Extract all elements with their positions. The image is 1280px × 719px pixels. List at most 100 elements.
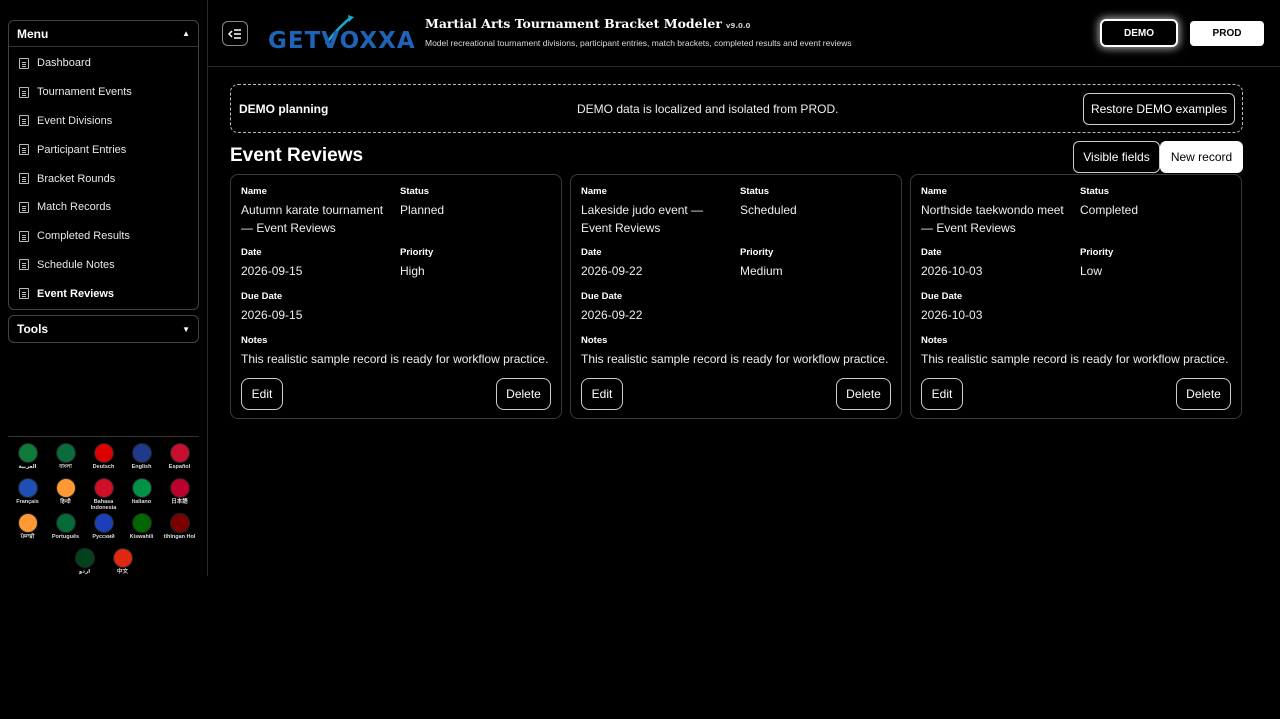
- sidebar-item[interactable]: Schedule Notes: [9, 251, 198, 280]
- flag-bangladesh-icon: [55, 443, 76, 463]
- sidebar-item-label: Dashboard: [37, 57, 91, 70]
- language-label: اردو: [78, 569, 91, 575]
- edit-button[interactable]: Edit: [921, 378, 963, 410]
- language-label: Italiano: [131, 499, 152, 505]
- edit-button[interactable]: Edit: [581, 378, 623, 410]
- language-option[interactable]: English: [123, 443, 161, 476]
- language-option[interactable]: Bahasa Indonesia: [85, 478, 123, 511]
- sidebar-item-label: Bracket Rounds: [37, 172, 116, 185]
- sidebar-item[interactable]: Event Reviews: [9, 279, 198, 308]
- language-option[interactable]: বাংলা: [47, 443, 85, 476]
- language-option[interactable]: اردو: [66, 548, 104, 581]
- field-label-name: Name: [581, 186, 607, 197]
- banner-title: DEMO planning: [239, 102, 329, 116]
- visible-fields-button[interactable]: Visible fields: [1073, 141, 1160, 173]
- field-label-priority: Priority: [400, 247, 434, 258]
- language-label: हिन्दी: [60, 499, 71, 505]
- field-label-date: Date: [241, 247, 262, 258]
- document-icon: [19, 86, 29, 98]
- field-label-name: Name: [241, 186, 267, 197]
- sidebar-item[interactable]: Bracket Rounds: [9, 164, 198, 193]
- sidebar-item-label: Tournament Events: [37, 86, 132, 99]
- flag-klingon-icon: [169, 513, 190, 533]
- field-label-due-date: Due Date: [241, 291, 283, 302]
- sidebar-item-label: Completed Results: [37, 230, 130, 243]
- collapse-sidebar-icon: [228, 28, 241, 39]
- language-row: اردو 中文: [8, 548, 199, 581]
- field-value-status: Scheduled: [740, 203, 797, 217]
- field-value-date: 2026-09-22: [581, 264, 643, 278]
- sidebar-item[interactable]: Participant Entries: [9, 135, 198, 164]
- flag-pakistan-icon: [74, 548, 95, 568]
- app-root: Menu ▲ Dashboard Tournament Events Event D…: [0, 0, 1280, 719]
- edit-button[interactable]: Edit: [241, 378, 283, 410]
- field-value-notes: This realistic sample record is ready fo…: [241, 352, 549, 366]
- field-label-priority: Priority: [1080, 247, 1114, 258]
- new-record-button[interactable]: New record: [1160, 141, 1243, 173]
- language-label: tlhIngan Hol: [163, 534, 196, 540]
- language-option[interactable]: 中文: [104, 548, 142, 581]
- language-option[interactable]: ਪੰਜਾਬੀ: [9, 513, 47, 546]
- language-option[interactable]: 日本語: [161, 478, 199, 511]
- document-icon: [19, 288, 29, 300]
- field-label-notes: Notes: [241, 335, 268, 346]
- language-label: 日本語: [171, 499, 188, 505]
- field-value-name: Lakeside judo event —: [581, 203, 704, 217]
- flag-japan-icon: [169, 478, 190, 498]
- flag-france-icon: [17, 478, 38, 498]
- field-value-priority: Medium: [740, 264, 783, 278]
- language-row: Français हिन्दी Bahasa Indonesia Italiano 日本…: [8, 478, 199, 511]
- app-version: v9.0.0: [725, 22, 751, 30]
- field-label-notes: Notes: [581, 335, 608, 346]
- delete-button[interactable]: Delete: [496, 378, 551, 410]
- sidebar-item-label: Schedule Notes: [37, 258, 115, 271]
- language-selector: العربية বাংলা Deutsch English Español Françai…: [8, 436, 199, 583]
- language-option[interactable]: Português: [47, 513, 85, 546]
- field-value-notes: This realistic sample record is ready fo…: [581, 352, 889, 366]
- collapse-sidebar-button[interactable]: [222, 21, 248, 46]
- document-icon: [19, 144, 29, 156]
- language-option[interactable]: tlhIngan Hol: [161, 513, 199, 546]
- env-prod-button[interactable]: PROD: [1190, 21, 1264, 46]
- language-option[interactable]: Deutsch: [85, 443, 123, 476]
- restore-demo-button[interactable]: Restore DEMO examples: [1083, 93, 1235, 125]
- flag-spain-icon: [169, 443, 190, 463]
- record-card: Name Autumn karate tournament — Event Revi…: [230, 174, 562, 419]
- language-option[interactable]: Kiswahili: [123, 513, 161, 546]
- flag-india-icon: [55, 478, 76, 498]
- page-title: Event Reviews: [230, 145, 364, 166]
- language-option[interactable]: Italiano: [123, 478, 161, 511]
- sidebar-item[interactable]: Event Divisions: [9, 107, 198, 136]
- sidebar-item[interactable]: Completed Results: [9, 222, 198, 251]
- field-value-name: Northside taekwondo meet: [921, 203, 1064, 217]
- sidebar-item-label: Match Records: [37, 201, 111, 214]
- field-value-name: — Event Reviews: [241, 220, 336, 235]
- tools-panel[interactable]: Tools ▼: [8, 315, 199, 343]
- field-value-name: — Event Reviews: [921, 220, 1016, 235]
- delete-button[interactable]: Delete: [836, 378, 891, 410]
- sidebar-item[interactable]: Match Records: [9, 193, 198, 222]
- document-icon: [19, 57, 29, 69]
- env-demo-button[interactable]: DEMO: [1100, 19, 1178, 47]
- record-card: Name Lakeside judo event — Event Reviews St…: [570, 174, 902, 419]
- chevron-up-icon: ▲: [182, 29, 190, 38]
- delete-button[interactable]: Delete: [1176, 378, 1231, 410]
- menu-panel: Menu ▲ Dashboard Tournament Events Event D…: [8, 20, 199, 310]
- sidebar-item[interactable]: Tournament Events: [9, 78, 198, 107]
- flag-portugal-icon: [55, 513, 76, 533]
- language-option[interactable]: Español: [161, 443, 199, 476]
- language-option[interactable]: العربية: [9, 443, 47, 476]
- tools-title: Tools: [17, 322, 49, 336]
- brand-logo[interactable]: GETVOXXA: [268, 14, 415, 54]
- field-value-date: 2026-09-15: [241, 264, 303, 278]
- field-value-status: Completed: [1080, 203, 1139, 217]
- language-option[interactable]: हिन्दी: [47, 478, 85, 511]
- record-card: Name Northside taekwondo meet — Event Revi…: [910, 174, 1242, 419]
- language-option[interactable]: Русский: [85, 513, 123, 546]
- field-value-priority: Low: [1080, 264, 1103, 278]
- field-value-due-date: 2026-09-15: [241, 308, 303, 322]
- field-label-status: Status: [1080, 186, 1110, 197]
- sidebar-item[interactable]: Dashboard: [9, 49, 198, 78]
- language-option[interactable]: Français: [9, 478, 47, 511]
- menu-header[interactable]: Menu ▲: [9, 21, 198, 47]
